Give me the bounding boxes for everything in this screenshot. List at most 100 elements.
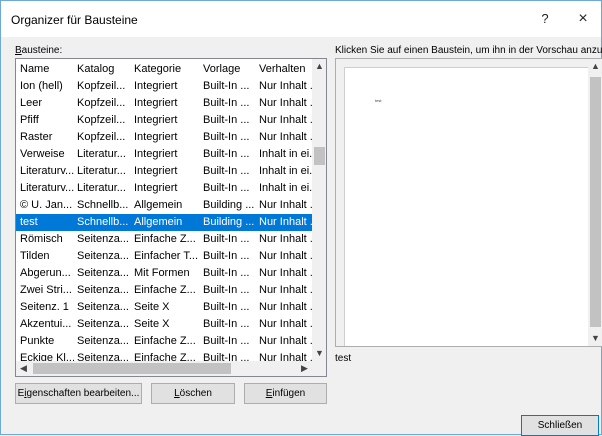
scroll-left-icon[interactable]: ◀ xyxy=(16,361,31,376)
close-window-button[interactable]: × xyxy=(571,9,595,29)
preview-scroll-thumb[interactable] xyxy=(590,77,601,327)
cell-name: Zwei Stri... xyxy=(20,284,72,296)
cell-verhalten: Nur Inhalt ... xyxy=(259,318,313,330)
preview-content-text: test xyxy=(375,98,382,103)
cell-vorlage: Built-In ... xyxy=(203,131,250,143)
preview-hint-label: Klicken Sie auf einen Baustein, um ihn i… xyxy=(335,45,602,56)
preview-vertical-scrollbar[interactable]: ▲ ▼ xyxy=(588,59,602,346)
table-row[interactable]: Abgerun... Seitenza... Mit Formen Built-In … xyxy=(16,265,313,282)
preview-scroll-up-icon[interactable]: ▲ xyxy=(588,59,602,74)
cell-katalog: Seitenza... xyxy=(77,233,129,245)
cell-vorlage: Built-In ... xyxy=(203,148,250,160)
table-row[interactable]: Tilden Seitenza... Einfacher T... Built-In … xyxy=(16,248,313,265)
table-row[interactable]: test Schnellb... Allgemein Building ... Nur … xyxy=(16,214,313,231)
list-horizontal-scroll-thumb[interactable] xyxy=(33,363,231,374)
column-header-kategorie[interactable]: Kategorie xyxy=(134,61,200,78)
preview-scroll-down-icon[interactable]: ▼ xyxy=(588,331,602,346)
cell-verhalten: Nur Inhalt ... xyxy=(259,233,313,245)
cell-kategorie: Integriert xyxy=(134,182,178,194)
cell-katalog: Kopfzeil... xyxy=(77,114,126,126)
cell-name: © U. Jan... xyxy=(20,199,73,211)
cell-kategorie: Mit Formen xyxy=(134,267,190,279)
table-row[interactable]: Pfiff Kopfzeil... Integriert Built-In ... Nu… xyxy=(16,112,313,129)
list-vertical-scroll-thumb[interactable] xyxy=(314,147,325,165)
cell-name: Abgerun... xyxy=(20,267,71,279)
cell-verhalten: Inhalt in ei... xyxy=(259,165,313,177)
cell-vorlage: Built-In ... xyxy=(203,97,250,109)
cell-kategorie: Seite X xyxy=(134,301,170,313)
cell-name: test xyxy=(20,216,38,228)
preview-block-name: test xyxy=(335,353,352,364)
help-button[interactable]: ? xyxy=(533,9,557,29)
cell-vorlage: Building ... xyxy=(203,199,255,211)
cell-name: Raster xyxy=(20,131,53,143)
cell-kategorie: Integriert xyxy=(134,165,178,177)
cell-vorlage: Built-In ... xyxy=(203,80,250,92)
list-vertical-scrollbar[interactable]: ▲ ▼ xyxy=(312,59,326,361)
preview-pane: test ▲ ▼ xyxy=(335,58,602,347)
cell-verhalten: Nur Inhalt ... xyxy=(259,114,313,126)
table-row[interactable]: Literaturv... Literatur... Integriert Built… xyxy=(16,180,313,197)
cell-vorlage: Built-In ... xyxy=(203,335,250,347)
bausteine-label: Bausteine: xyxy=(15,45,63,56)
cell-vorlage: Built-In ... xyxy=(203,114,250,126)
delete-button[interactable]: Löschen xyxy=(151,383,235,404)
cell-vorlage: Built-In ... xyxy=(203,165,250,177)
list-header: Name Katalog Kategorie Vorlage Verhalten xyxy=(16,61,312,78)
cell-katalog: Literatur... xyxy=(77,182,126,194)
cell-katalog: Kopfzeil... xyxy=(77,97,126,109)
table-row[interactable]: Seitenz. 1 Seitenza... Seite X Built-In ...… xyxy=(16,299,313,316)
cell-vorlage: Built-In ... xyxy=(203,284,250,296)
column-header-vorlage[interactable]: Vorlage xyxy=(203,61,257,78)
scrollbar-corner xyxy=(312,361,326,376)
table-row[interactable]: Verweise Literatur... Integriert Built-In .… xyxy=(16,146,313,163)
scroll-right-icon[interactable]: ▶ xyxy=(297,361,312,376)
insert-button[interactable]: Einfügen xyxy=(244,383,327,404)
table-row[interactable]: Literaturv... Literatur... Integriert Built… xyxy=(16,163,313,180)
table-row[interactable]: Akzentui... Seitenza... Seite X Built-In ..… xyxy=(16,316,313,333)
cell-name: Verweise xyxy=(20,148,65,160)
cell-name: Tilden xyxy=(20,250,50,262)
cell-vorlage: Built-In ... xyxy=(203,182,250,194)
cell-verhalten: Nur Inhalt ... xyxy=(259,335,313,347)
cell-verhalten: Inhalt in ei... xyxy=(259,182,313,194)
column-header-katalog[interactable]: Katalog xyxy=(77,61,131,78)
cell-name: Literaturv... xyxy=(20,165,74,177)
cell-katalog: Literatur... xyxy=(77,165,126,177)
cell-vorlage: Built-In ... xyxy=(203,318,250,330)
table-row[interactable]: Ion (hell) Kopfzeil... Integriert Built-In … xyxy=(16,78,313,95)
cell-katalog: Seitenza... xyxy=(77,250,129,262)
table-row[interactable]: Leer Kopfzeil... Integriert Built-In ... Nur… xyxy=(16,95,313,112)
cell-name: Leer xyxy=(20,97,43,109)
cell-name: Pfiff xyxy=(20,114,39,126)
cell-vorlage: Built-In ... xyxy=(203,267,250,279)
cell-verhalten: Nur Inhalt ... xyxy=(259,250,313,262)
table-row[interactable]: © U. Jan... Schnellb... Allgemein Building … xyxy=(16,197,313,214)
cell-kategorie: Seite X xyxy=(134,318,170,330)
cell-name: Seitenz. 1 xyxy=(20,301,69,313)
cell-katalog: Seitenza... xyxy=(77,284,129,296)
column-header-name[interactable]: Name xyxy=(20,61,74,78)
list-horizontal-scrollbar[interactable]: ◀ ▶ xyxy=(16,361,312,376)
cell-katalog: Seitenza... xyxy=(77,335,129,347)
scroll-up-icon[interactable]: ▲ xyxy=(312,59,326,74)
cell-katalog: Seitenza... xyxy=(77,301,129,313)
cell-katalog: Seitenza... xyxy=(77,267,129,279)
edit-properties-button[interactable]: Eigenschaften bearbeiten... xyxy=(15,383,142,404)
building-blocks-list[interactable]: Name Katalog Kategorie Vorlage Verhalten… xyxy=(15,58,327,377)
cell-kategorie: Allgemein xyxy=(134,216,183,228)
close-button[interactable]: Schließen xyxy=(521,415,599,436)
table-row[interactable]: Zwei Stri... Seitenza... Einfache Z... Buil… xyxy=(16,282,313,299)
cell-name: Römisch xyxy=(20,233,63,245)
cell-kategorie: Einfacher T... xyxy=(134,250,198,262)
table-row[interactable]: Römisch Seitenza... Einfache Z... Built-In … xyxy=(16,231,313,248)
cell-kategorie: Integriert xyxy=(134,131,178,143)
scroll-down-icon[interactable]: ▼ xyxy=(312,346,326,361)
column-header-verhalten[interactable]: Verhalten xyxy=(259,61,313,78)
table-row[interactable]: Punkte Seitenza... Einfache Z... Built-In .… xyxy=(16,333,313,350)
cell-kategorie: Einfache Z... xyxy=(134,335,196,347)
table-row[interactable]: Raster Kopfzeil... Integriert Built-In ... N… xyxy=(16,129,313,146)
cell-katalog: Literatur... xyxy=(77,148,126,160)
cell-kategorie: Integriert xyxy=(134,114,178,126)
cell-kategorie: Integriert xyxy=(134,148,178,160)
